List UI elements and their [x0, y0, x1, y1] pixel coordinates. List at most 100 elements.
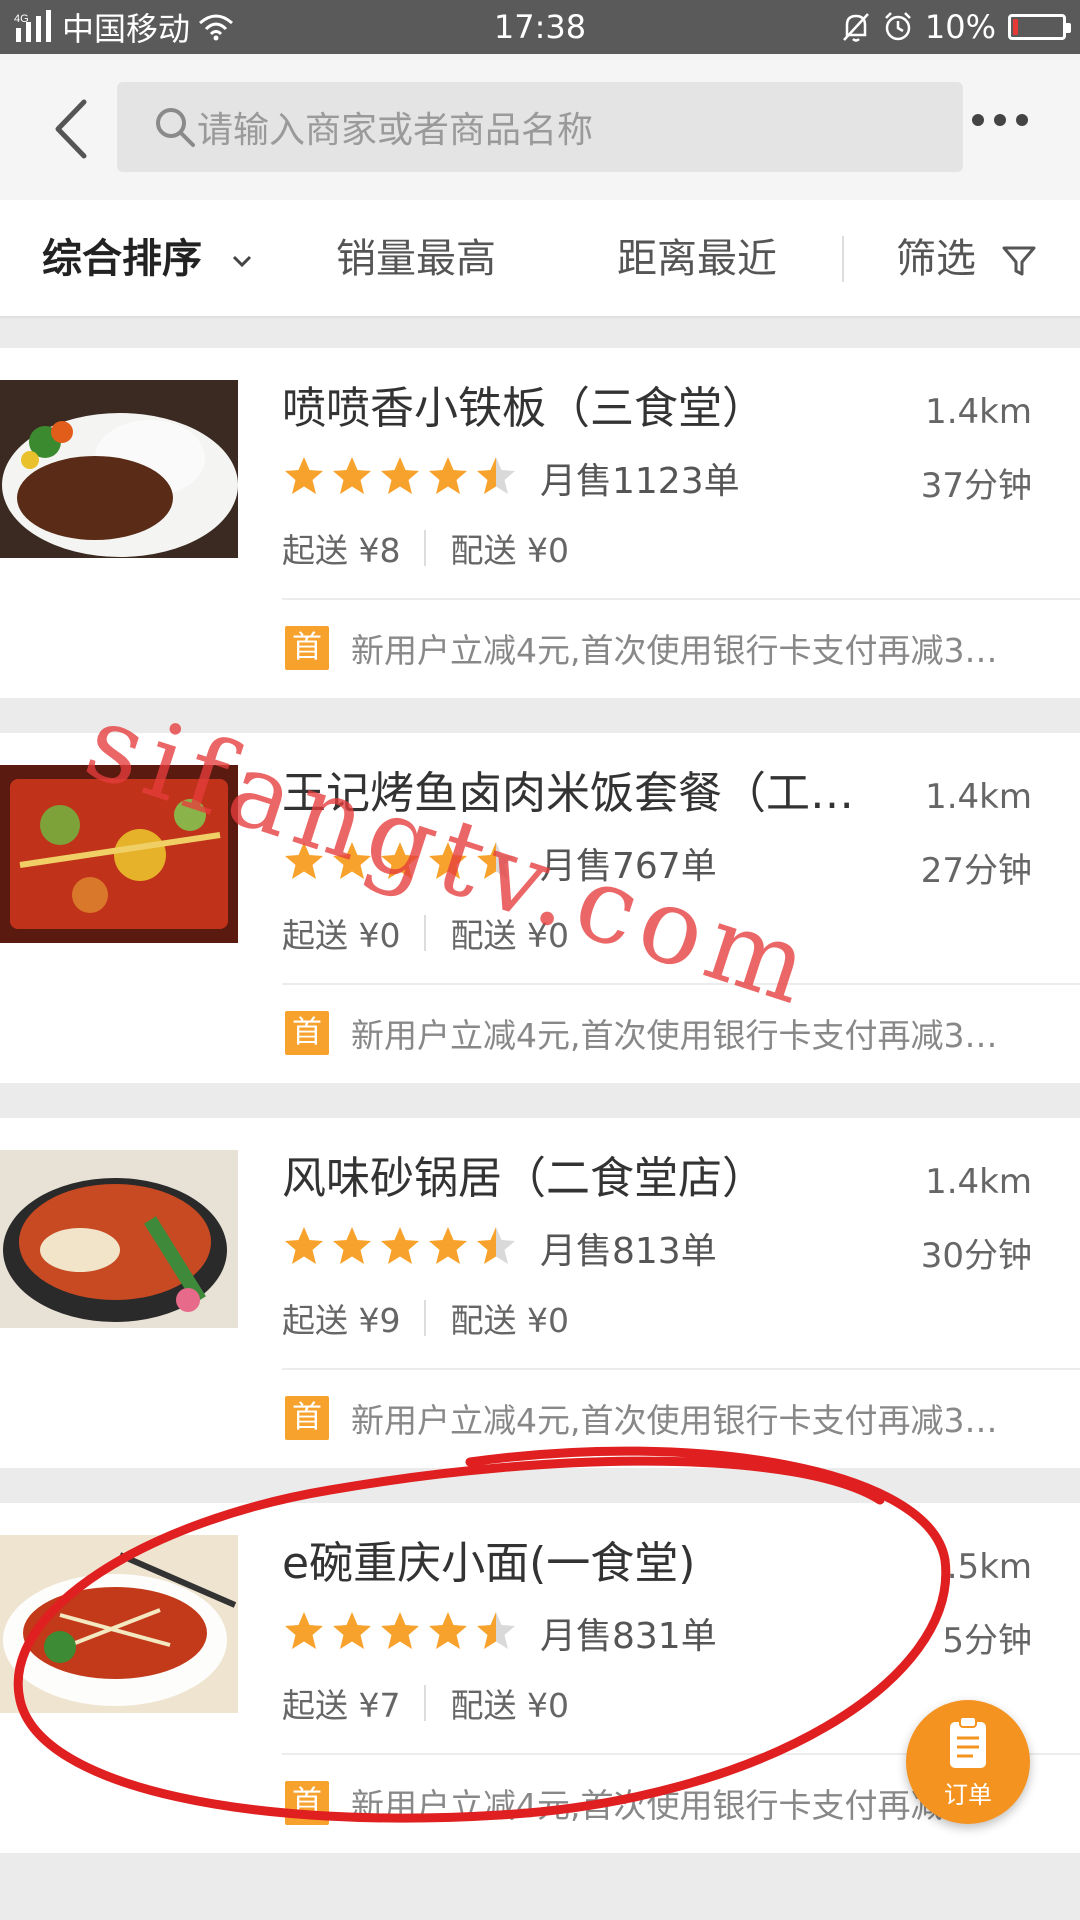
- shop-thumbnail: [0, 380, 238, 558]
- status-bar: 4G 中国移动 17:38 10%: [0, 0, 1080, 54]
- shop-thumbnail: [0, 1150, 238, 1328]
- page: 4G 中国移动 17:38 10% 请输入商家或者商品名称 综合排序 销量最高 …: [0, 0, 1080, 1920]
- filter-button[interactable]: 筛选: [896, 200, 1037, 318]
- order-button[interactable]: 订单: [906, 1700, 1030, 1824]
- shop-distance: .5km: [946, 1547, 1032, 1587]
- chevron-down-icon: [232, 255, 251, 268]
- fee-divider: [424, 1685, 427, 1721]
- shop-delivery-time: 37分钟: [920, 466, 1032, 506]
- order-button-label: 订单: [944, 1781, 992, 1809]
- promo-badge: 首: [285, 1396, 329, 1440]
- delivery-fee: 配送 ¥0: [450, 531, 569, 570]
- clipboard-icon: [950, 1716, 986, 1768]
- shop-sales: 月售767单: [540, 846, 717, 887]
- star-icon: [381, 1227, 419, 1264]
- promo-text: 新用户立减4元,首次使用银行卡支付再减3…: [351, 1401, 998, 1440]
- shop-name: 王记烤鱼卤肉米饭套餐（工…: [282, 768, 854, 819]
- star-icon: [285, 457, 323, 494]
- fee-divider: [424, 915, 427, 951]
- sort-comprehensive-label: 综合排序: [42, 236, 202, 282]
- shop-card-2[interactable]: 风味砂锅居（二食堂店） 1.4km 30分钟 月售813单 起送 ¥9 配送 ¥…: [0, 1118, 1080, 1468]
- shop-name: 喷喷香小铁板（三食堂）: [282, 383, 766, 434]
- shop-card-1[interactable]: 王记烤鱼卤肉米饭套餐（工… 1.4km 27分钟 月售767单 起送 ¥0 配送…: [0, 733, 1080, 1083]
- star-icon: [381, 842, 419, 879]
- star-icon: [429, 457, 467, 494]
- divider: [282, 598, 1080, 600]
- shop-fees: 起送 ¥0 配送 ¥0: [282, 909, 569, 957]
- shop-delivery-time: 27分钟: [920, 851, 1032, 891]
- rating-stars: [282, 454, 518, 498]
- star-icon: [477, 842, 515, 879]
- star-icon: [285, 1227, 323, 1264]
- sort-bar: 综合排序 销量最高 距离最近 筛选: [0, 200, 1080, 318]
- star-icon: [333, 1612, 371, 1649]
- search-placeholder: 请输入商家或者商品名称: [197, 110, 594, 151]
- promo-row: 首 新用户立减4元,首次使用银行卡支付再减3…: [285, 624, 1061, 672]
- shop-distance: 1.4km: [925, 1162, 1032, 1202]
- sort-divider: [842, 236, 844, 282]
- rating-stars: [282, 839, 518, 883]
- shop-sales: 月售813单: [540, 1231, 717, 1272]
- alarm-icon: [884, 12, 911, 41]
- promo-row: 首 新用户立减4元,首次使用银行卡支付再减3…: [285, 1009, 1061, 1057]
- more-dot: [1016, 114, 1028, 126]
- search-icon: [156, 108, 195, 147]
- min-order: 起送 ¥9: [282, 1301, 401, 1340]
- sort-distance[interactable]: 距离最近: [617, 200, 777, 318]
- star-icon: [381, 1612, 419, 1649]
- shop-thumbnail: [0, 765, 238, 943]
- star-icon: [477, 1612, 515, 1649]
- star-icon: [333, 842, 371, 879]
- shop-distance: 1.4km: [925, 392, 1032, 432]
- shop-thumbnail: [0, 1535, 238, 1713]
- delivery-fee: 配送 ¥0: [450, 1301, 569, 1340]
- shop-fees: 起送 ¥9 配送 ¥0: [282, 1294, 569, 1342]
- shop-delivery-time: 5分钟: [942, 1621, 1032, 1661]
- filter-label: 筛选: [896, 236, 976, 282]
- star-icon: [333, 1227, 371, 1264]
- status-right: 10%: [841, 0, 1071, 54]
- shop-sales: 月售831单: [540, 1616, 717, 1657]
- promo-badge: 首: [285, 626, 329, 670]
- star-icon: [477, 1227, 515, 1264]
- min-order: 起送 ¥0: [282, 916, 401, 955]
- min-order: 起送 ¥8: [282, 531, 401, 570]
- shop-card-0[interactable]: 喷喷香小铁板（三食堂） 1.4km 37分钟 月售1123单 起送 ¥8 配送 …: [0, 348, 1080, 698]
- more-dot: [994, 114, 1006, 126]
- shop-name: 风味砂锅居（二食堂店）: [282, 1153, 766, 1204]
- search-input[interactable]: 请输入商家或者商品名称: [117, 82, 963, 172]
- sort-sales[interactable]: 销量最高: [336, 200, 496, 318]
- battery-percent: 10%: [924, 8, 996, 46]
- battery-icon: [1008, 14, 1071, 40]
- rating-stars: [282, 1224, 518, 1268]
- header: 请输入商家或者商品名称: [0, 54, 1080, 200]
- promo-text: 新用户立减4元,首次使用银行卡支付再减3…: [351, 631, 998, 670]
- star-icon: [429, 842, 467, 879]
- star-icon: [381, 457, 419, 494]
- shop-sales: 月售1123单: [540, 461, 740, 502]
- divider: [282, 1368, 1080, 1370]
- battery-level: [1013, 19, 1018, 35]
- min-order: 起送 ¥7: [282, 1686, 401, 1725]
- filter-icon: [1002, 246, 1036, 276]
- promo-badge: 首: [285, 1781, 329, 1825]
- delivery-fee: 配送 ¥0: [450, 1686, 569, 1725]
- star-icon: [285, 842, 323, 879]
- fee-divider: [424, 1300, 427, 1336]
- promo-badge: 首: [285, 1011, 329, 1055]
- star-icon: [477, 457, 515, 494]
- star-icon: [429, 1227, 467, 1264]
- star-icon: [333, 457, 371, 494]
- promo-text: 新用户立减4元,首次使用银行卡支付再减3…: [351, 1016, 998, 1055]
- mute-bell-icon: [842, 13, 869, 42]
- divider: [282, 983, 1080, 985]
- back-icon[interactable]: [44, 94, 104, 164]
- star-icon: [285, 1612, 323, 1649]
- more-dot: [972, 114, 984, 126]
- promo-row: 首 新用户立减4元,首次使用银行卡支付再减3…: [285, 1394, 1061, 1442]
- shop-fees: 起送 ¥8 配送 ¥0: [282, 524, 569, 572]
- sort-comprehensive[interactable]: 综合排序: [42, 200, 254, 318]
- more-icon[interactable]: [972, 114, 1028, 126]
- shop-distance: 1.4km: [925, 777, 1032, 817]
- fee-divider: [424, 530, 427, 566]
